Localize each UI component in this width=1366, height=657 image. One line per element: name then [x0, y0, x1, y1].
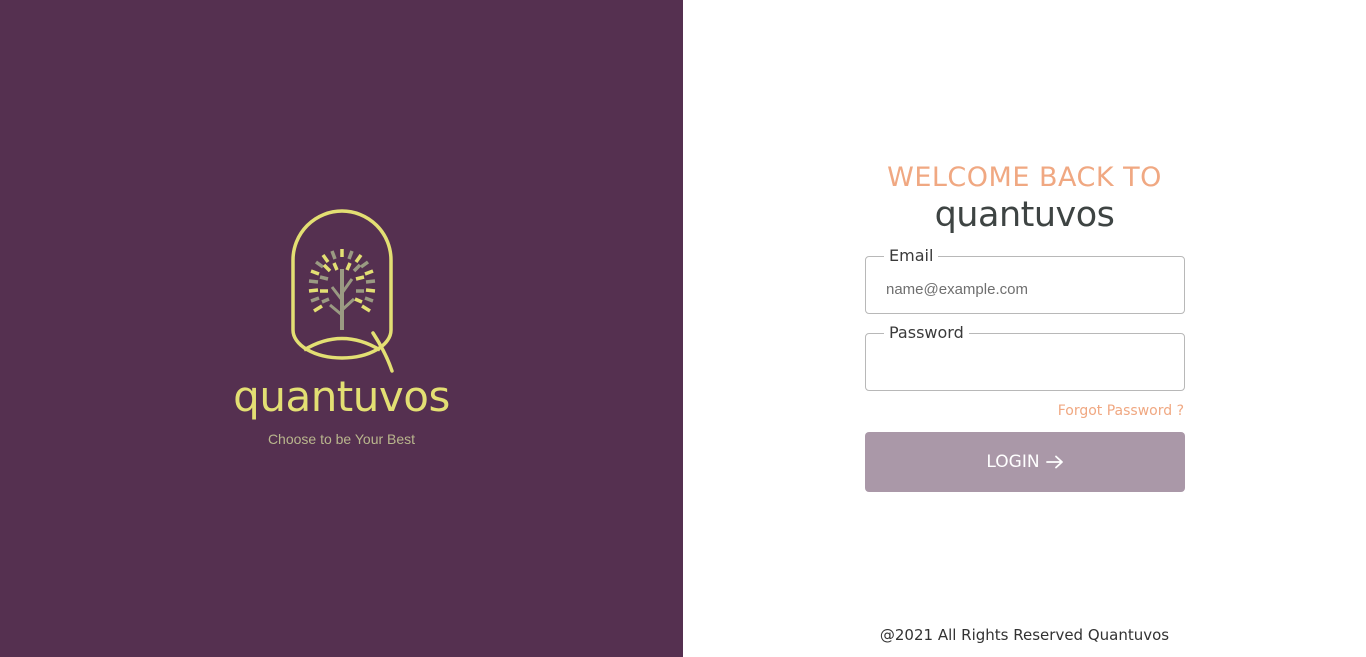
login-button-label: LOGIN — [986, 452, 1040, 472]
login-button[interactable]: LOGIN — [865, 432, 1185, 492]
footer-copyright: @2021 All Rights Reserved Quantuvos — [879, 626, 1170, 644]
password-field[interactable]: Password — [865, 323, 1185, 391]
arrow-right-icon — [1045, 455, 1063, 469]
brand-logo-text: quantuvos — [233, 372, 450, 421]
email-field[interactable]: Email — [865, 246, 1185, 314]
forgot-password-link[interactable]: Forgot Password ? — [1058, 402, 1184, 420]
welcome-heading: WELCOME BACK TO — [887, 162, 1162, 193]
welcome-brand-name: quantuvos — [934, 195, 1115, 235]
password-input[interactable] — [866, 334, 1184, 390]
brand-tagline: Choose to be Your Best — [267, 431, 416, 447]
tree-in-arch-q-logo-icon — [291, 209, 394, 373]
email-input[interactable] — [866, 257, 1184, 313]
login-page: quantuvos Choose to be Your Best WELCOME… — [0, 0, 1366, 657]
brand-panel: quantuvos Choose to be Your Best — [0, 0, 683, 657]
login-panel: WELCOME BACK TO quantuvos Email Password… — [683, 0, 1366, 657]
